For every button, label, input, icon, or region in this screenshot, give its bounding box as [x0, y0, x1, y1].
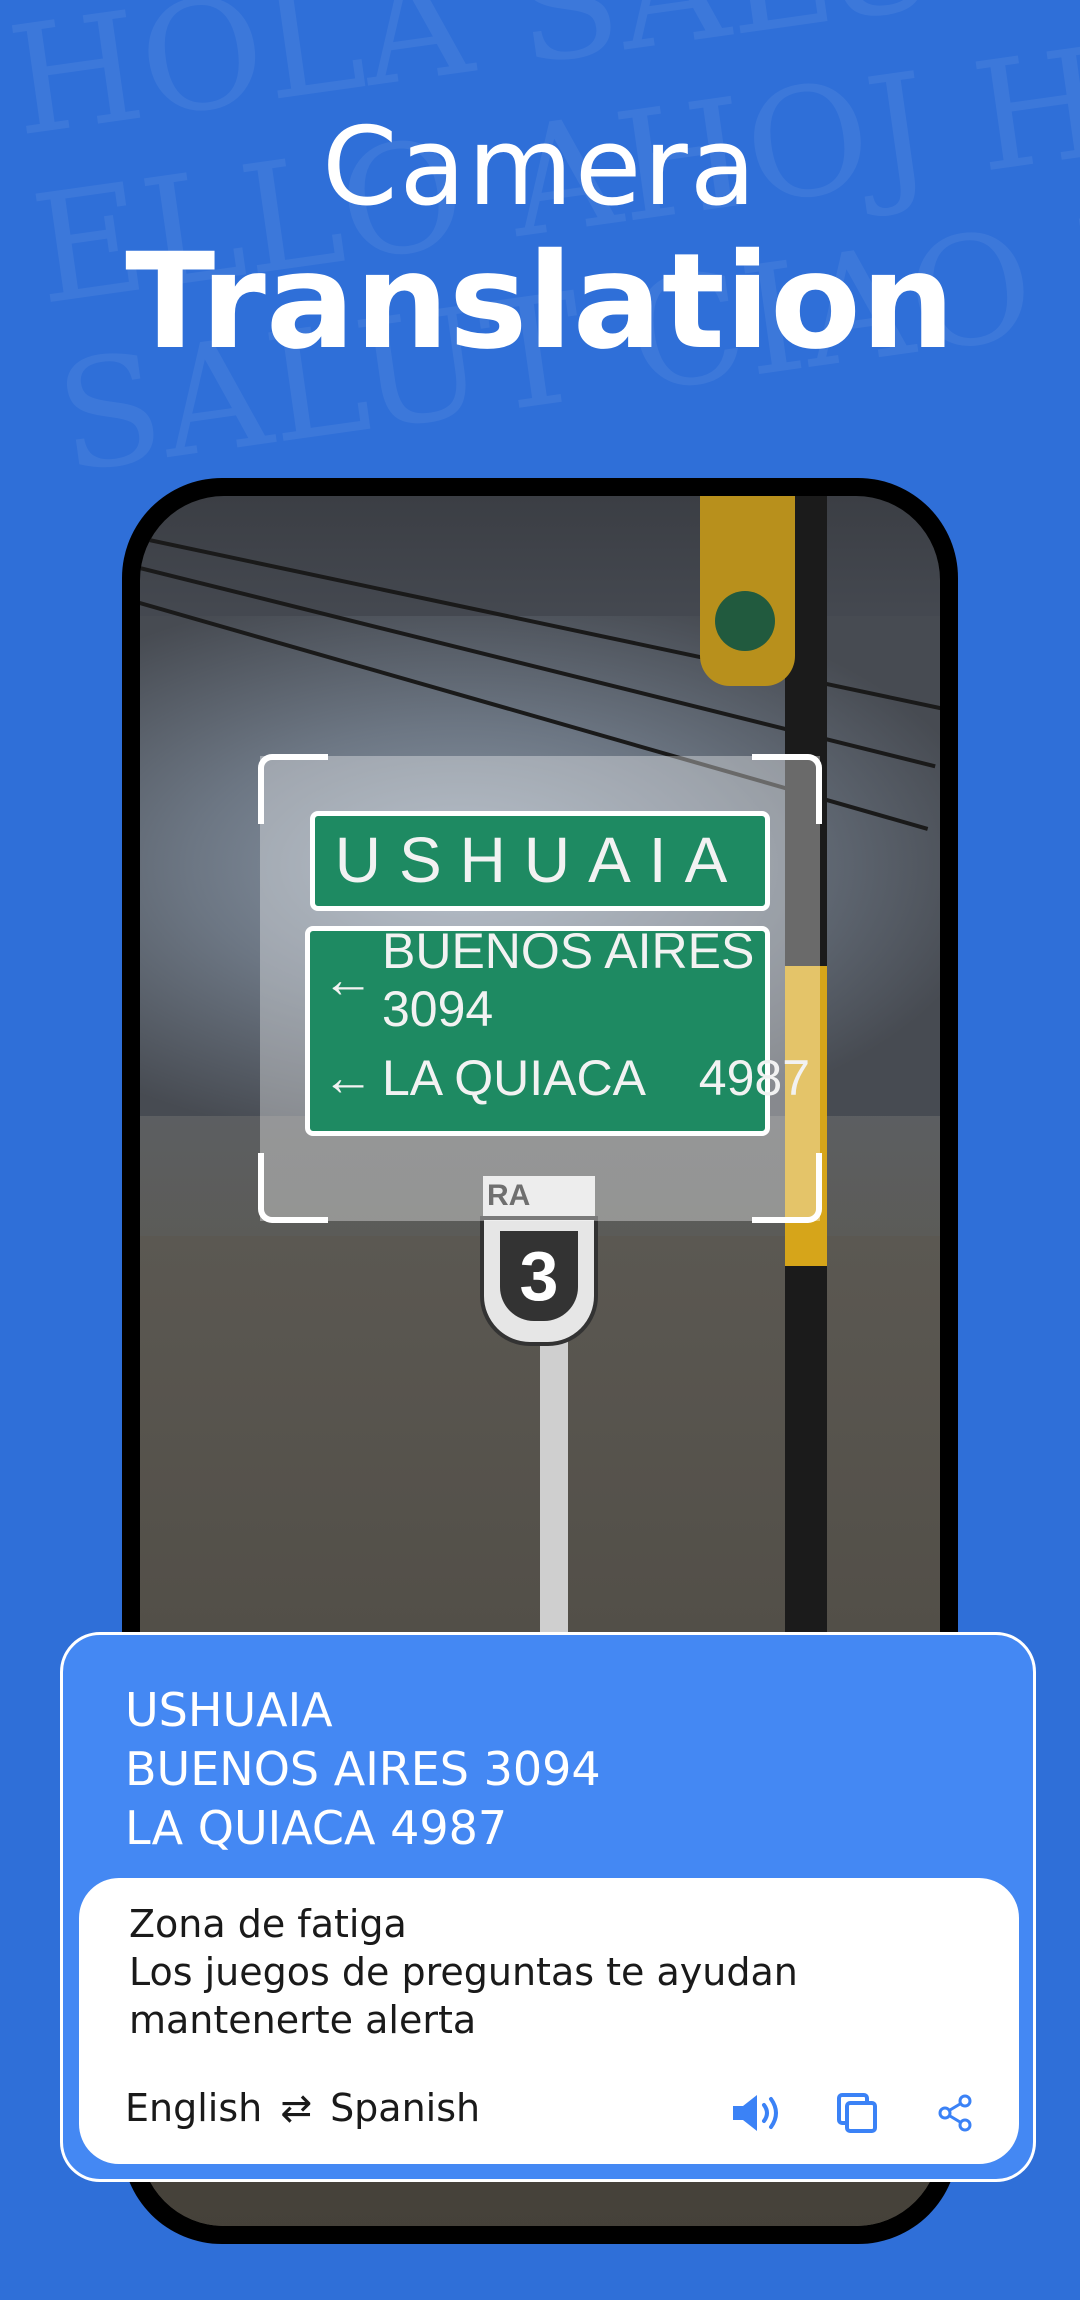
- sign-row-text: LA QUIACA 4987: [382, 1050, 811, 1106]
- speaker-icon: [733, 2095, 778, 2131]
- sign-row: ← LA QUIACA 4987: [310, 1029, 810, 1127]
- swap-arrows-icon[interactable]: ⇄: [280, 2086, 312, 2130]
- left-arrow-icon: ←: [322, 951, 374, 1009]
- source-language-button[interactable]: English: [125, 2086, 262, 2130]
- speak-button[interactable]: [729, 2085, 785, 2141]
- hero-title-camera: Camera: [322, 105, 758, 230]
- sign-row-text: BUENOS AIRES 3094: [382, 923, 755, 1037]
- share-icon: [938, 2094, 972, 2132]
- traffic-light-lamp: [715, 591, 775, 651]
- route-number: 3: [500, 1231, 578, 1321]
- scan-corner-top-right: [752, 754, 822, 824]
- copy-button[interactable]: [829, 2085, 885, 2141]
- copy-icon: [837, 2093, 877, 2133]
- target-language-button[interactable]: Spanish: [330, 2086, 480, 2130]
- hero-title-translation: Translation: [125, 225, 955, 379]
- street-sign-title: USHUAIA: [310, 811, 770, 911]
- scan-corner-bottom-right: [752, 1153, 822, 1223]
- translation-panel: Zona de fatiga Los juegos de preguntas t…: [79, 1878, 1019, 2164]
- translated-text[interactable]: Zona de fatiga Los juegos de preguntas t…: [129, 1900, 798, 2044]
- street-sign-directions: ← BUENOS AIRES 3094 ← LA QUIACA 4987: [305, 923, 810, 1136]
- sign-row: ← BUENOS AIRES 3094: [310, 923, 765, 1037]
- scan-corner-bottom-left: [258, 1153, 328, 1223]
- source-text[interactable]: USHUAIA BUENOS AIRES 3094 LA QUIACA 4987: [125, 1681, 601, 1858]
- share-button[interactable]: [927, 2085, 983, 2141]
- left-arrow-icon: ←: [322, 1049, 374, 1107]
- translation-result-card: USHUAIA BUENOS AIRES 3094 LA QUIACA 4987…: [60, 1632, 1036, 2182]
- language-selector: English ⇄ Spanish: [125, 2086, 480, 2130]
- scan-corner-top-left: [258, 754, 328, 824]
